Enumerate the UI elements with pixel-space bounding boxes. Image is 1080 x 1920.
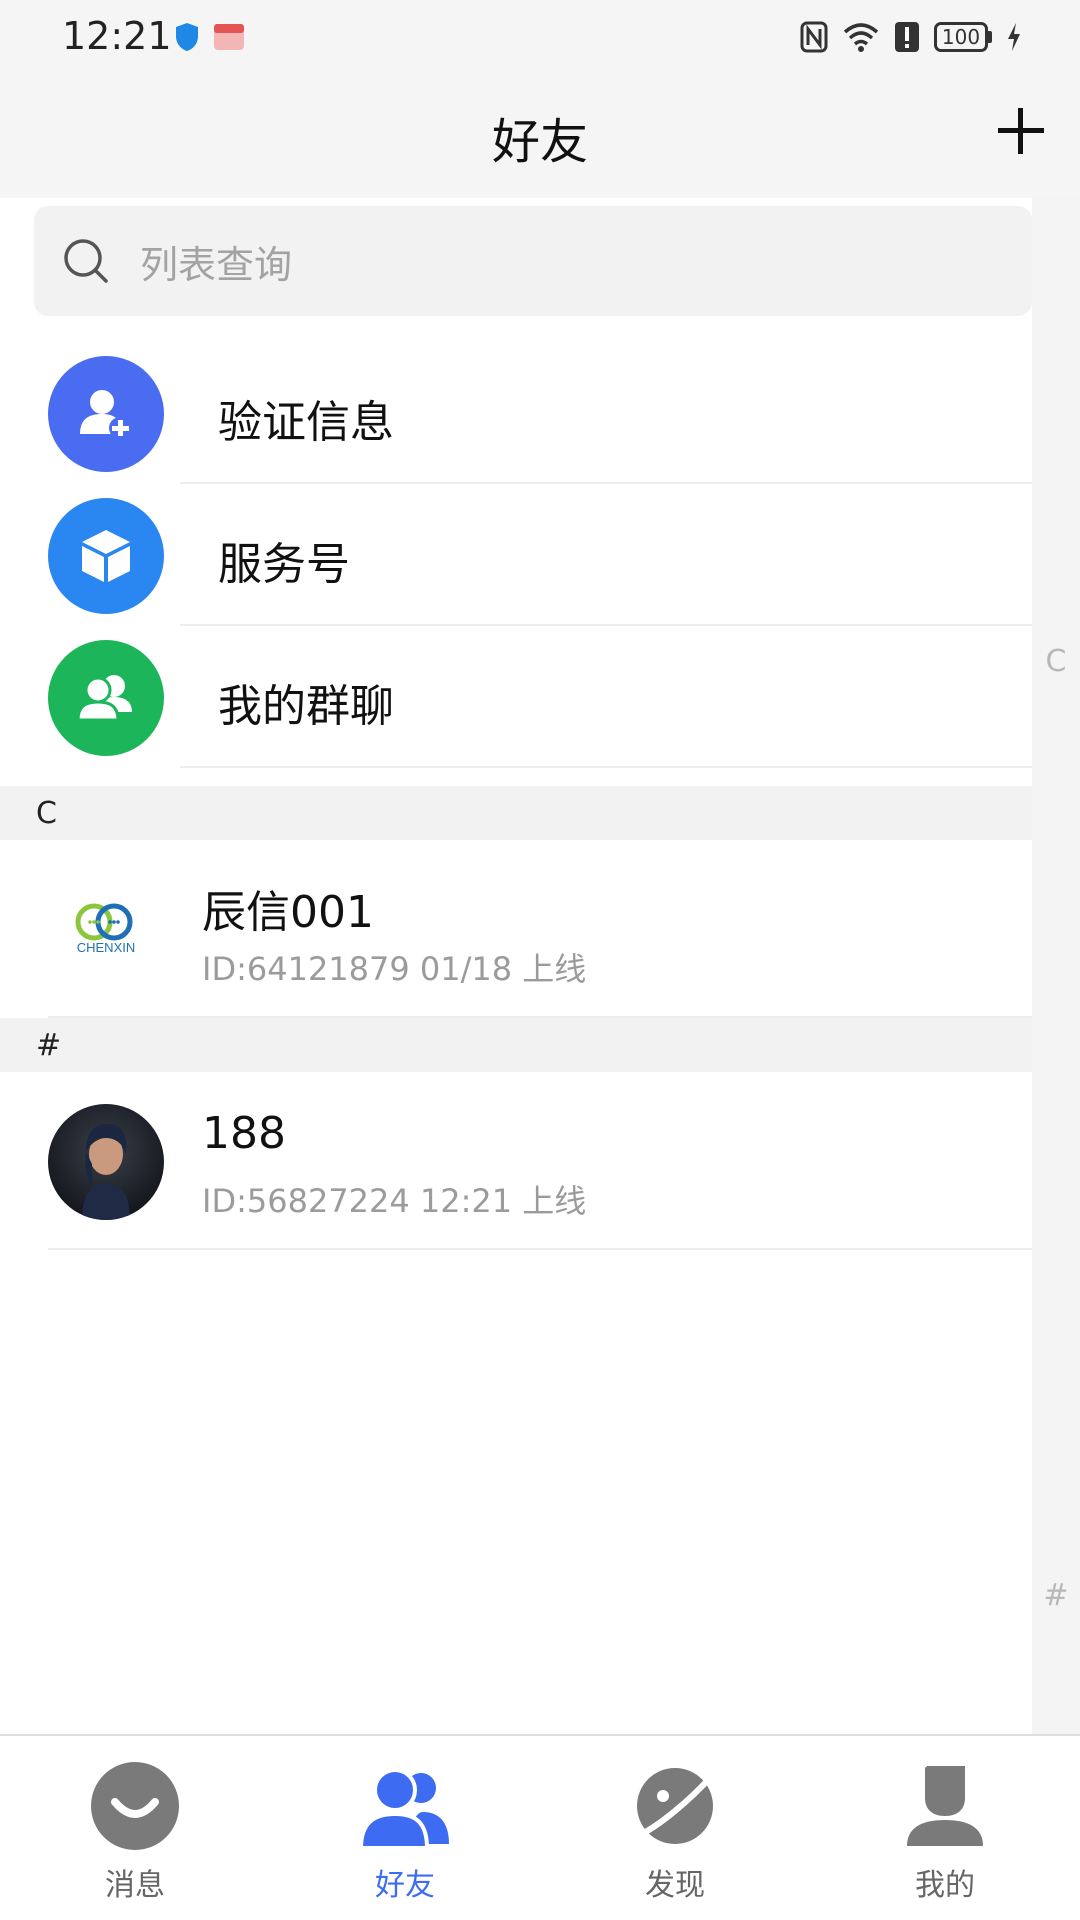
nav-label: 好友 — [375, 1868, 435, 1903]
alert-icon — [895, 22, 919, 52]
index-letter-hash[interactable]: # — [1032, 1578, 1080, 1613]
section-letter: # — [36, 1028, 62, 1063]
wifi-icon — [843, 23, 879, 52]
divider — [180, 766, 1032, 768]
feature-item-service[interactable]: 服务号 — [0, 484, 1032, 626]
feature-label: 我的群聊 — [218, 681, 394, 732]
status-bar: 12:21 100 — [0, 0, 1080, 74]
status-indicators: 100 — [800, 18, 1022, 56]
contact-row-188[interactable]: 188 ID:56827224 12:21 上线 — [0, 1072, 1032, 1250]
shield-icon — [176, 23, 198, 51]
contact-meta: ID:64121879 01/18 上线 — [202, 950, 587, 988]
feature-item-groups[interactable]: 我的群聊 — [0, 626, 1032, 768]
header: 好友 — [0, 74, 1080, 198]
divider — [48, 1248, 1032, 1250]
section-header-c: C — [0, 786, 1032, 840]
nav-friends[interactable]: 好友 — [270, 1736, 540, 1920]
logo-text: CHENXIN — [77, 940, 136, 955]
search-icon — [64, 239, 108, 283]
search-placeholder: 列表查询 — [140, 242, 293, 287]
avatar — [48, 1104, 164, 1220]
page-title: 好友 — [491, 114, 588, 170]
cube-icon — [48, 498, 164, 614]
nfc-icon — [800, 21, 828, 53]
contact-name: 辰信001 — [202, 887, 374, 938]
feature-label: 服务号 — [218, 539, 350, 590]
avatar: CHENXIN — [48, 872, 164, 988]
nav-label: 我的 — [915, 1868, 975, 1903]
user-add-icon — [48, 356, 164, 472]
profile-icon — [907, 1766, 983, 1846]
charging-icon — [1008, 23, 1020, 51]
nav-messages[interactable]: 消息 — [0, 1736, 270, 1920]
feature-label: 验证信息 — [218, 397, 394, 448]
search-input[interactable]: 列表查询 — [34, 206, 1032, 316]
app-notification-icon — [214, 24, 244, 50]
battery-icon: 100 — [934, 22, 992, 52]
group-icon — [48, 640, 164, 756]
index-letter-c[interactable]: C — [1032, 644, 1080, 679]
contact-name: 188 — [202, 1108, 286, 1159]
status-time: 12:21 — [62, 14, 172, 58]
section-letter: C — [36, 796, 57, 831]
planet-icon — [634, 1768, 718, 1844]
nav-profile[interactable]: 我的 — [810, 1736, 1080, 1920]
add-button[interactable] — [996, 106, 1046, 156]
contact-row-chenxin[interactable]: CHENXIN 辰信001 ID:64121879 01/18 上线 — [0, 840, 1032, 1018]
battery-level: 100 — [934, 22, 988, 52]
section-header-hash: # — [0, 1018, 1032, 1072]
bottom-nav: 消息 好友 发现 我的 — [0, 1734, 1080, 1920]
nav-label: 消息 — [105, 1868, 165, 1903]
nav-label: 发现 — [645, 1868, 705, 1903]
contact-meta: ID:56827224 12:21 上线 — [202, 1182, 587, 1220]
nav-discover[interactable]: 发现 — [540, 1736, 810, 1920]
alphabet-index[interactable]: C # — [1032, 198, 1080, 1734]
friends-icon — [358, 1768, 449, 1850]
feature-item-verification[interactable]: 验证信息 — [0, 342, 1032, 484]
message-icon — [91, 1762, 179, 1850]
